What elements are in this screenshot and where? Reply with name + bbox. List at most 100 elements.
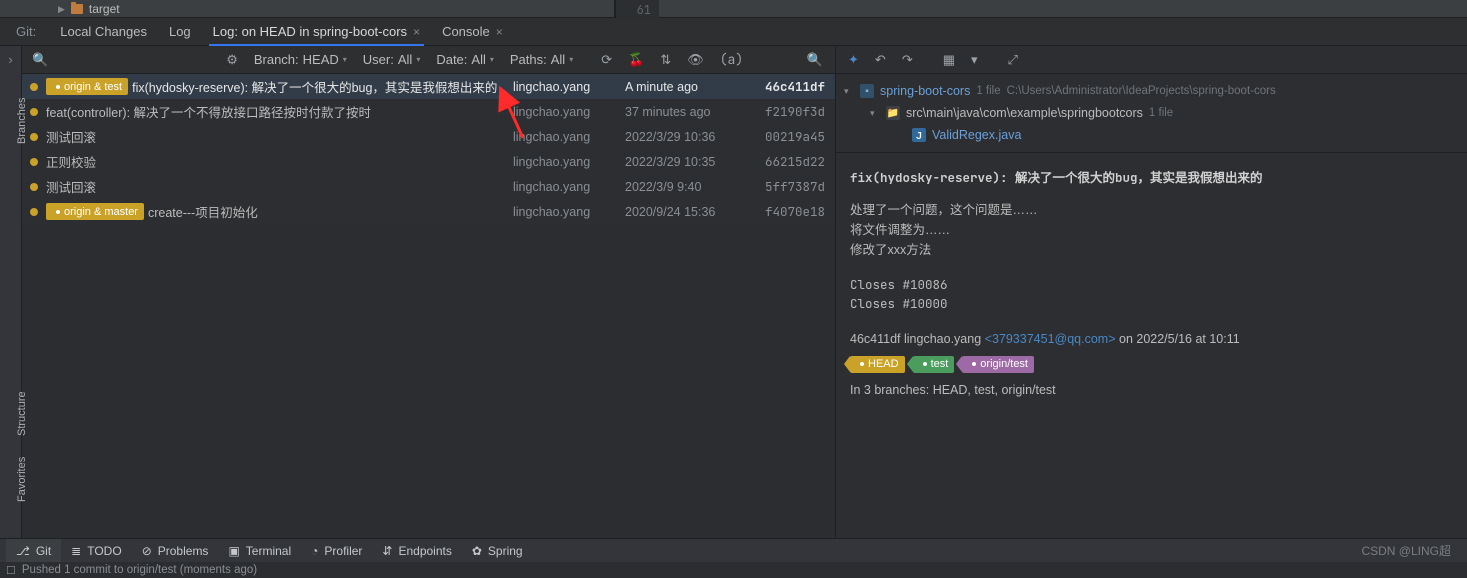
bottom-tool-todo[interactable]: ≣ TODO xyxy=(61,539,132,563)
branch-tag[interactable]: origin & test xyxy=(46,78,128,95)
tab-label: Console xyxy=(442,24,490,39)
commit-tags: HEAD test origin/test xyxy=(850,356,1453,373)
vcs-tab[interactable]: Log: on HEAD in spring-boot-cors× xyxy=(203,18,430,46)
tab-label: Log xyxy=(169,24,191,39)
git-log-panel: 🔍 ⚙ Branch: HEAD ▾ User: All ▾ Date: All… xyxy=(22,46,835,538)
author-email[interactable]: <379337451@qq.com> xyxy=(985,332,1116,346)
commit-body: 处理了一个问题，这个问题是…… 将文件调整为…… 修改了xxx方法 xyxy=(850,200,1453,260)
bottom-tool-profiler[interactable]: ◔Profiler xyxy=(301,539,372,563)
branch-tag[interactable]: origin & master xyxy=(46,203,144,220)
commit-row[interactable]: 测试回滚lingchao.yang2022/3/9 9:405ff7387d xyxy=(22,174,835,199)
chevron-down-icon[interactable]: ▾ xyxy=(870,108,880,119)
paths-filter[interactable]: Paths: All ▾ xyxy=(504,52,579,67)
regex-icon[interactable]: (a) xyxy=(714,51,749,68)
commit-row[interactable]: 正则校验 lingchao.yang2022/3/29 10:3566215d22 xyxy=(22,149,835,174)
status-text: Pushed 1 commit to origin/test (moments … xyxy=(22,564,257,576)
todo-icon: ≣ xyxy=(71,544,81,558)
terminal-icon: ▣ xyxy=(228,544,239,558)
project-node-label[interactable]: target xyxy=(89,2,120,16)
refresh-icon[interactable]: ⟳ xyxy=(595,52,618,68)
cherry-pick-icon[interactable]: 🍒 xyxy=(622,52,650,68)
commit-meta: 46c411df lingchao.yang <379337451@qq.com… xyxy=(850,332,1453,346)
redo-icon[interactable]: ↷ xyxy=(898,52,917,68)
tool-label: Terminal xyxy=(246,544,291,558)
commit-date: 2022/3/29 10:35 xyxy=(625,155,755,169)
undo-icon[interactable]: ↶ xyxy=(871,52,890,68)
graph-node-icon xyxy=(30,208,38,216)
chevron-down-icon: ▾ xyxy=(416,55,420,64)
commit-author: lingchao.yang xyxy=(513,205,625,219)
commit-hash: f2190f3d xyxy=(755,103,835,120)
vcs-tab[interactable]: Log xyxy=(159,18,201,46)
vcs-tab[interactable]: Console × xyxy=(432,18,513,46)
bottom-tool-terminal[interactable]: ▣ Terminal xyxy=(218,539,301,563)
graph-node-icon xyxy=(30,83,38,91)
commit-hash: 00219a45 xyxy=(755,128,835,145)
close-icon[interactable]: × xyxy=(413,25,420,39)
structure-tab[interactable]: Structure xyxy=(16,391,28,436)
commit-row[interactable]: 测试回滚lingchao.yang2022/3/29 10:3600219a45 xyxy=(22,124,835,149)
graph-node-icon xyxy=(30,133,38,141)
commit-hash: 46c411df xyxy=(755,78,835,95)
bottom-tool-problems[interactable]: ⊘Problems xyxy=(132,539,219,563)
chevron-right-icon[interactable]: › xyxy=(0,46,21,67)
watermark: CSDN @LING超 xyxy=(1361,542,1461,559)
commit-message: fix(hydosky-reserve): 解决了一个很大的bug，其实是我假想… xyxy=(132,77,497,96)
commit-row[interactable]: origin & mastercreate---项目初始化lingchao.ya… xyxy=(22,199,835,224)
tool-label: TODO xyxy=(87,544,121,558)
commit-author: lingchao.yang xyxy=(513,105,625,119)
ref-tag[interactable]: test xyxy=(913,356,955,373)
gear-icon[interactable]: ⚙ xyxy=(220,52,244,68)
commit-author: lingchao.yang xyxy=(513,155,625,169)
commit-hash: f4070e18 xyxy=(755,203,835,220)
chevron-down-icon: ▾ xyxy=(490,55,494,64)
favorites-tab[interactable]: Favorites xyxy=(16,457,28,502)
ref-tag[interactable]: HEAD xyxy=(850,356,905,373)
tool-label: Git xyxy=(36,544,51,558)
filter-icon[interactable]: ▾ xyxy=(967,52,982,68)
close-icon[interactable]: × xyxy=(496,25,503,39)
detail-toolbar: ✦ ↶ ↷ ▦ ▾ ⤢ xyxy=(836,46,1467,74)
spring-icon: ✿ xyxy=(472,544,482,558)
branches-tab[interactable]: Branches xyxy=(16,98,28,144)
commit-row[interactable]: feat(controller): 解决了一个不得放接口路径按时付款了按时lin… xyxy=(22,99,835,124)
branch-filter[interactable]: Branch: HEAD ▾ xyxy=(248,52,353,67)
bottom-tool-endpoints[interactable]: ⇵Endpoints xyxy=(372,539,461,563)
ref-tag[interactable]: origin/test xyxy=(962,356,1034,373)
vcs-tabs-bar: Git: Local ChangesLogLog: on HEAD in spr… xyxy=(0,18,1467,46)
log-toolbar: 🔍 ⚙ Branch: HEAD ▾ User: All ▾ Date: All… xyxy=(22,46,835,74)
file-row[interactable]: J ValidRegex.java xyxy=(844,124,1459,146)
commit-hash: 66215d22 xyxy=(755,153,835,170)
left-tool-strip: › Branches Structure Favorites xyxy=(0,46,22,538)
chevron-down-icon: ▾ xyxy=(569,55,573,64)
chevron-down-icon[interactable]: ▾ xyxy=(844,86,854,97)
sort-icon[interactable]: ⇅ xyxy=(654,52,677,68)
search-icon[interactable]: 🔍 xyxy=(801,52,829,68)
commit-row[interactable]: origin & testfix(hydosky-reserve): 解决了一个… xyxy=(22,74,835,99)
user-filter[interactable]: User: All ▾ xyxy=(357,52,427,67)
chevron-right-icon[interactable]: ▶ xyxy=(58,4,65,15)
commit-date: 2022/3/29 10:36 xyxy=(625,130,755,144)
package-row[interactable]: ▾ 📁 src\main\java\com\example\springboot… xyxy=(844,102,1459,124)
bottom-tool-spring[interactable]: ✿Spring xyxy=(462,539,533,563)
commit-branches: In 3 branches: HEAD, test, origin/test xyxy=(850,383,1453,397)
graph-node-icon xyxy=(30,108,38,116)
bottom-tool-git[interactable]: ⎇Git xyxy=(6,539,61,563)
search-icon: 🔍 xyxy=(28,52,52,68)
eye-icon[interactable]: 👁 xyxy=(681,52,710,68)
module-row[interactable]: ▾ ▪ spring-boot-cors 1 file C:\Users\Adm… xyxy=(844,80,1459,102)
date-filter[interactable]: Date: All ▾ xyxy=(430,52,500,67)
expand-icon[interactable]: ⤢ xyxy=(1004,52,1022,68)
endpoints-icon: ⇵ xyxy=(382,544,392,558)
vcs-tab[interactable]: Local Changes xyxy=(50,18,157,46)
group-icon[interactable]: ▦ xyxy=(939,52,959,68)
java-file-icon: J xyxy=(912,128,926,142)
profiler-icon: ◔ xyxy=(311,544,318,558)
commit-message: 正则校验 xyxy=(46,152,96,171)
commit-hash: 5ff7387d xyxy=(755,178,835,195)
commit-author: lingchao.yang xyxy=(513,130,625,144)
status-bar: ☐ Pushed 1 commit to origin/test (moment… xyxy=(0,562,1467,578)
log-search-input[interactable] xyxy=(56,51,216,68)
compare-icon[interactable]: ✦ xyxy=(844,52,863,68)
tool-label: Problems xyxy=(158,544,209,558)
